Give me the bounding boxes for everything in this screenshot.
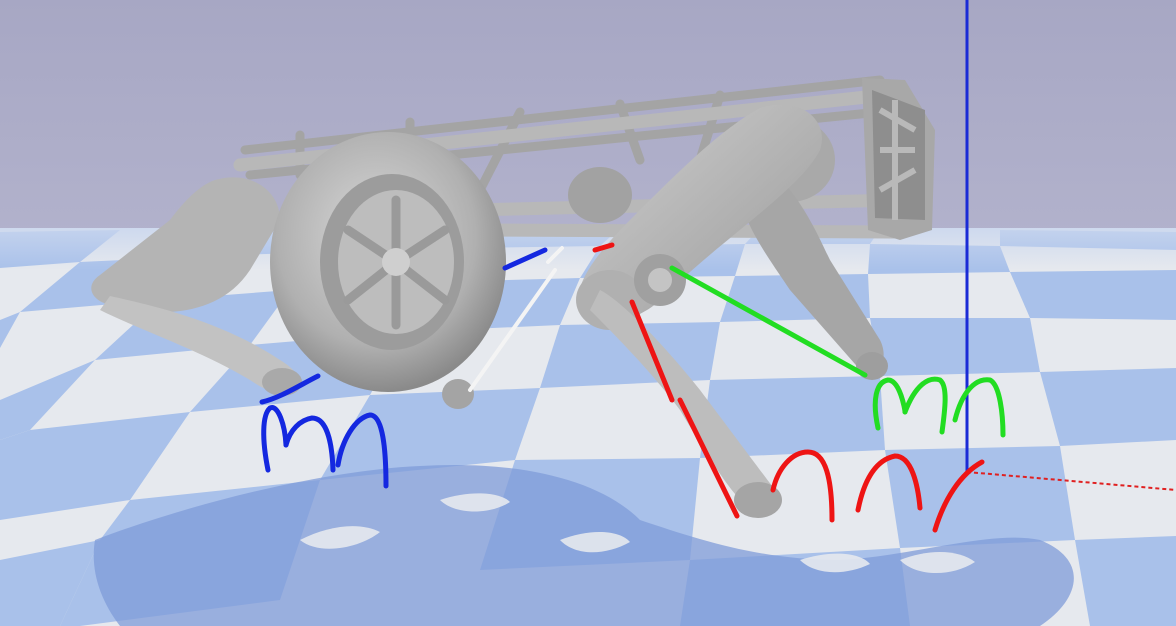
rear-hip-joint-center	[648, 268, 672, 292]
scene-canvas[interactable]	[0, 0, 1176, 626]
simulation-viewport[interactable]	[0, 0, 1176, 626]
hip-motor-mid	[568, 167, 632, 223]
front-left-foot	[262, 368, 302, 396]
wheel-icon	[270, 132, 506, 392]
mid-foot	[442, 379, 474, 409]
rear-right-foot	[856, 352, 888, 380]
